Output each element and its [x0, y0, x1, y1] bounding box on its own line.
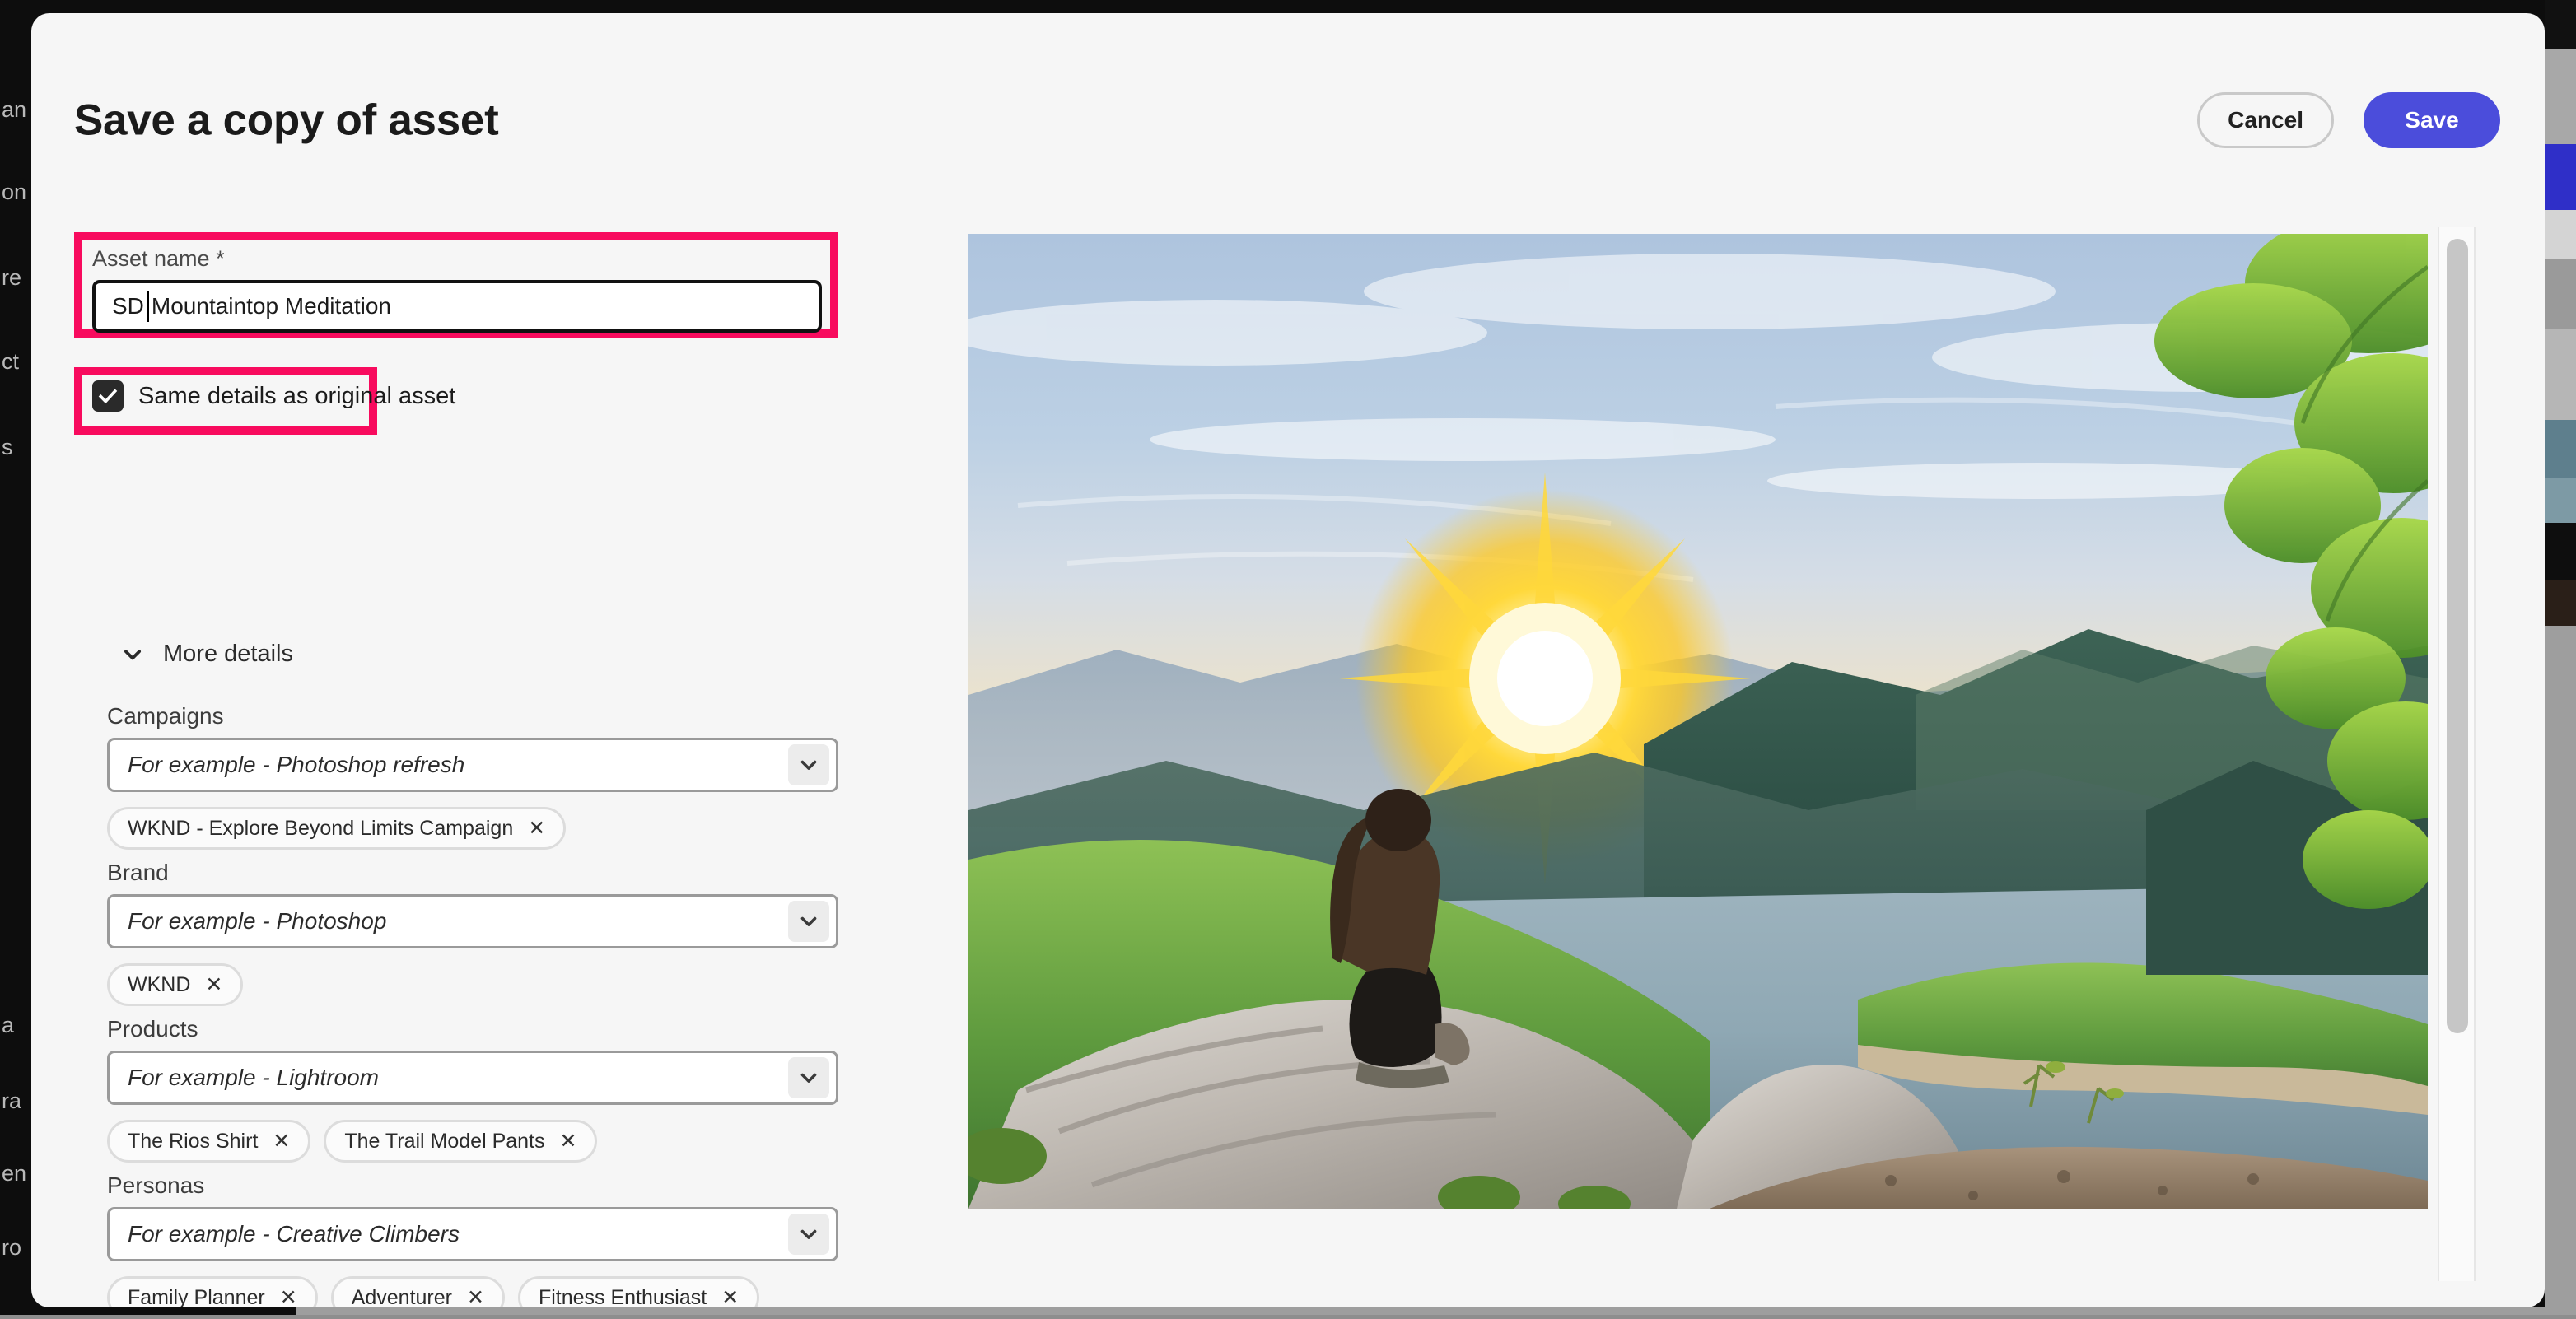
minimap-segment: [2545, 580, 2576, 626]
tag-label: Fitness Enthusiast: [538, 1285, 707, 1308]
select-placeholder: For example - Creative Climbers: [128, 1221, 460, 1247]
metadata-field: Personas For example - Creative Climbers F…: [107, 1174, 845, 1307]
backdrop-text-fragment: on: [2, 179, 27, 204]
asset-name-label: Asset name *: [92, 246, 822, 272]
tag-label: WKND: [128, 972, 191, 996]
backdrop-text-fragment: a: [2, 1013, 15, 1037]
minimap-segment: [2545, 259, 2576, 329]
field-label: Personas: [107, 1172, 205, 1198]
dialog-header: Save a copy of asset Cancel Save: [31, 13, 2545, 204]
tag-chip[interactable]: Adventurer ✕: [330, 1276, 505, 1308]
minimap-segment: [2545, 420, 2576, 478]
preview-scrollbar-thumb[interactable]: [2447, 239, 2468, 1033]
dialog-actions: Cancel Save: [2197, 92, 2500, 148]
text-caret: [146, 290, 149, 322]
tag-chip[interactable]: The Rios Shirt ✕: [107, 1120, 311, 1163]
page-title: Save a copy of asset: [74, 96, 499, 145]
asset-name-group: Asset name * SD Mountaintop Meditation: [92, 246, 822, 333]
chevron-down-icon[interactable]: [788, 744, 829, 785]
landscape-illustration: [968, 234, 2428, 1209]
minimap-segment: [2545, 0, 2576, 49]
asset-name-input[interactable]: SD Mountaintop Meditation: [92, 279, 822, 333]
field-label: Products: [107, 1016, 198, 1042]
more-details-toggle[interactable]: More details: [120, 641, 293, 668]
close-icon[interactable]: ✕: [280, 1287, 297, 1307]
same-details-checkbox[interactable]: [92, 380, 124, 412]
field-label: Campaigns: [107, 703, 224, 729]
tag-row: Family Planner ✕ Adventurer ✕ Fitness Enthus…: [107, 1276, 845, 1307]
field-label: Brand: [107, 860, 169, 885]
tag-chip[interactable]: The Trail Model Pants ✕: [324, 1120, 598, 1163]
asset-name-value-before-caret: SD: [112, 292, 144, 319]
close-icon[interactable]: ✕: [560, 1130, 577, 1152]
select-placeholder: For example - Photoshop refresh: [128, 752, 465, 777]
minimap-segment: [2545, 329, 2576, 420]
required-marker: *: [216, 246, 225, 271]
window-bottom-edge: [0, 1315, 2576, 1319]
more-details-label: More details: [163, 641, 293, 667]
metadata-fields: Campaigns For example - Photoshop refresh…: [107, 705, 845, 1307]
form-column: Asset name * SD Mountaintop Meditation S…: [31, 204, 904, 1307]
tag-label: The Trail Model Pants: [344, 1129, 545, 1153]
minimap-segment: [2545, 626, 2576, 1319]
tag-row: WKND ✕: [107, 963, 845, 1006]
save-button[interactable]: Save: [2364, 92, 2500, 148]
cancel-button[interactable]: Cancel: [2197, 92, 2334, 148]
preview-scrollbar-track[interactable]: [2438, 227, 2476, 1281]
select-placeholder: For example - Lightroom: [128, 1065, 380, 1090]
asset-name-value-after-caret: Mountaintop Meditation: [151, 292, 391, 319]
tag-row: WKND - Explore Beyond Limits Campaign ✕: [107, 807, 845, 850]
metadata-field: Campaigns For example - Photoshop refresh…: [107, 705, 845, 850]
minimap-segment: [2545, 523, 2576, 580]
backdrop-text-fragment: re: [2, 265, 22, 290]
minimap-segment: [2545, 49, 2576, 144]
field-select-products[interactable]: For example - Lightroom: [107, 1051, 838, 1105]
backdrop-text-fragment: ct: [2, 349, 20, 374]
same-details-row[interactable]: Same details as original asset: [92, 380, 455, 412]
tag-chip[interactable]: WKND ✕: [107, 963, 244, 1006]
tag-label: Family Planner: [128, 1285, 265, 1308]
tag-label: The Rios Shirt: [128, 1129, 259, 1153]
backdrop-text-fragment: an: [2, 97, 27, 122]
chevron-down-icon: [120, 642, 145, 667]
metadata-field: Brand For example - Photoshop WKND ✕: [107, 861, 845, 1006]
backdrop-text-fragment: ro: [2, 1235, 22, 1260]
field-select-brand[interactable]: For example - Photoshop: [107, 894, 838, 948]
minimap-segment: [2545, 144, 2576, 210]
close-icon[interactable]: ✕: [721, 1287, 739, 1307]
same-details-label: Same details as original asset: [138, 382, 456, 409]
tag-label: WKND - Explore Beyond Limits Campaign: [128, 816, 514, 840]
select-placeholder: For example - Photoshop: [128, 908, 387, 934]
close-icon[interactable]: ✕: [273, 1130, 290, 1152]
asset-name-label-text: Asset name: [92, 246, 210, 271]
asset-preview-artwork: [968, 234, 2428, 1209]
tag-chip[interactable]: WKND - Explore Beyond Limits Campaign ✕: [107, 807, 567, 850]
tag-row: The Rios Shirt ✕ The Trail Model Pants ✕: [107, 1120, 845, 1163]
minimap-segment: [2545, 210, 2576, 259]
close-icon[interactable]: ✕: [528, 818, 545, 839]
tag-chip[interactable]: Family Planner ✕: [107, 1276, 318, 1307]
minimap-segment: [2545, 478, 2576, 523]
tag-label: Adventurer: [351, 1285, 452, 1308]
close-icon[interactable]: ✕: [205, 974, 222, 995]
backdrop-text-fragment: ra: [2, 1088, 22, 1113]
field-select-campaigns[interactable]: For example - Photoshop refresh: [107, 738, 838, 792]
save-copy-dialog: Save a copy of asset Cancel Save Asset n…: [31, 13, 2545, 1307]
close-icon[interactable]: ✕: [467, 1287, 484, 1307]
chevron-down-icon[interactable]: [788, 1057, 829, 1098]
tag-chip[interactable]: Fitness Enthusiast ✕: [517, 1276, 760, 1308]
page-minimap-strip[interactable]: [2545, 0, 2576, 1319]
field-select-personas[interactable]: For example - Creative Climbers: [107, 1207, 838, 1261]
metadata-field: Products For example - Lightroom The Rios …: [107, 1018, 845, 1163]
backdrop-text-fragment: en: [2, 1161, 27, 1186]
asset-preview-pane: [937, 206, 2476, 1281]
chevron-down-icon[interactable]: [788, 1214, 829, 1255]
backdrop-text-fragment: s: [2, 435, 13, 459]
chevron-down-icon[interactable]: [788, 901, 829, 942]
asset-preview-image: [968, 234, 2428, 1209]
check-icon: [98, 389, 118, 404]
